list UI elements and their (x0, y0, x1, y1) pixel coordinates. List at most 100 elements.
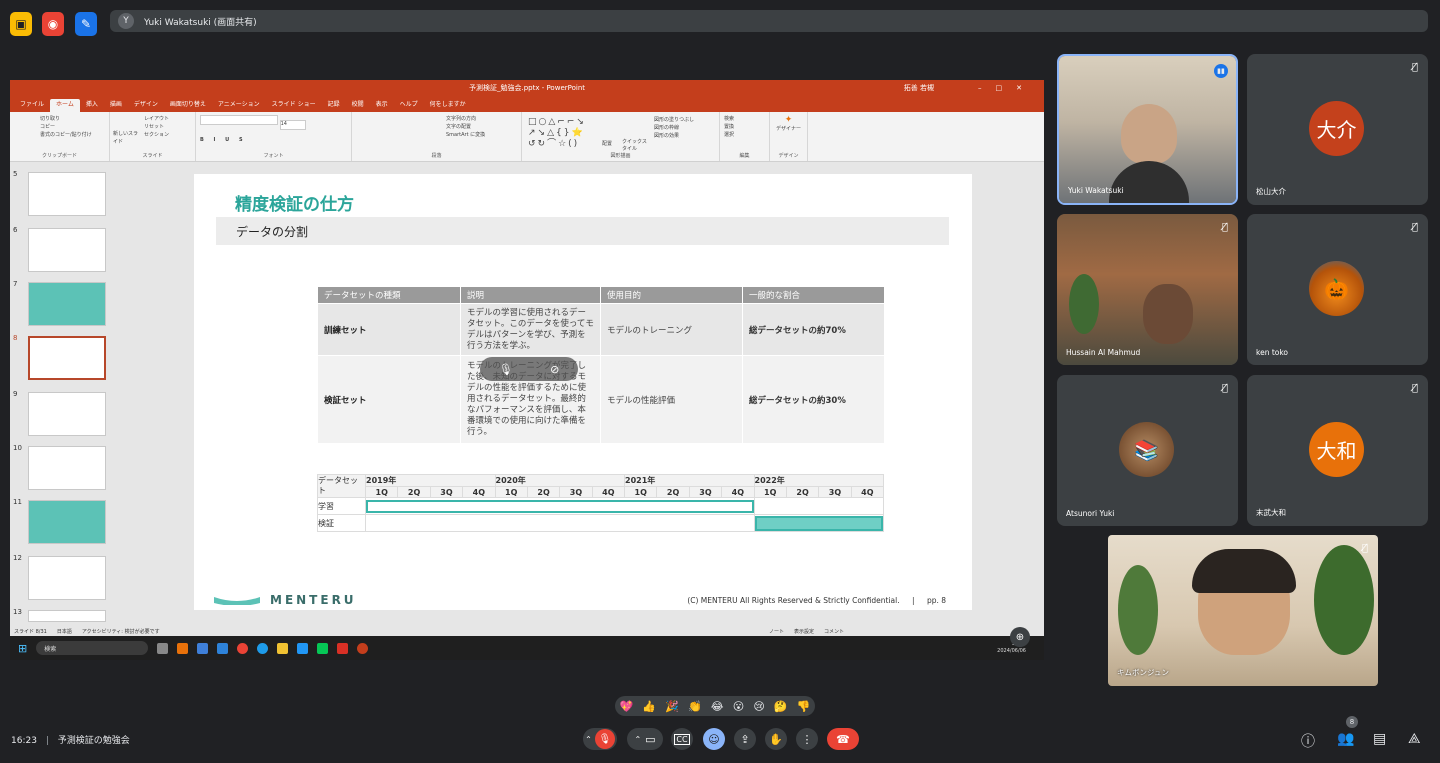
taskview-icon[interactable] (157, 642, 169, 654)
tell-me-search[interactable]: 何をしますか (424, 99, 472, 112)
folder-icon[interactable] (277, 642, 289, 654)
app-icon[interactable] (177, 642, 189, 654)
thumb-number: 5 (13, 170, 18, 178)
shape-fill-button[interactable]: 図形の塗りつぶし (654, 116, 694, 124)
present-icon: ⇪ (740, 732, 750, 746)
participant-tile[interactable]: 🎙̸ 大和 末武大和 (1247, 375, 1428, 526)
participant-tile[interactable]: 🎙̸ 大介 松山大介 (1247, 54, 1428, 205)
slide-thumb-8[interactable] (28, 336, 106, 380)
find-button[interactable]: 検索 (724, 115, 765, 123)
edge-icon[interactable] (257, 642, 269, 654)
captions-button[interactable]: CC (671, 728, 693, 750)
mail-icon[interactable] (217, 642, 229, 654)
notes-button[interactable]: ノート (769, 628, 784, 635)
window-controls[interactable]: –□✕ (978, 84, 1036, 92)
camera-toggle-button[interactable]: ⌃ ▭ (627, 728, 663, 750)
align-text-button[interactable]: 文字の配置 (356, 123, 517, 131)
gantt-quarter: 2Q (397, 486, 431, 498)
tab-insert[interactable]: 挿入 (80, 99, 104, 112)
participant-tile[interactable]: 🎙̸ 🎃 ken toko (1247, 214, 1428, 365)
slide-thumb-12[interactable] (28, 556, 106, 600)
font-size-box[interactable]: 14 (279, 120, 306, 130)
tab-help[interactable]: ヘルプ (394, 99, 424, 112)
slide-canvas[interactable]: 精度検証の仕方 データの分割 データセットの種類 説明 使用目的 一般的な割合 … (194, 174, 972, 610)
present-button[interactable]: ⇪ (734, 728, 756, 750)
arrange-button[interactable]: 配置 (602, 140, 612, 147)
font-name-box[interactable] (200, 115, 278, 125)
reaction-heart[interactable]: 💖 (620, 700, 634, 713)
leave-call-button[interactable]: ☎ (827, 728, 859, 750)
meeting-time: 16:23 (11, 736, 37, 746)
participant-tile[interactable]: 🎙̸ 📚 Atsunori Yuki (1057, 375, 1238, 526)
layout-button[interactable]: レイアウト (114, 115, 191, 123)
train-bar (366, 499, 754, 513)
tab-slideshow[interactable]: スライド ショー (266, 99, 322, 112)
shape-effect-button[interactable]: 図形の効果 (654, 132, 694, 140)
reaction-thumbsdown[interactable]: 👎 (797, 700, 811, 713)
tab-design[interactable]: デザイン (128, 99, 164, 112)
designer-button[interactable]: デザイナー (774, 125, 803, 133)
tab-view[interactable]: 表示 (370, 99, 394, 112)
chat-icon[interactable]: ▤ (1373, 731, 1386, 747)
gantt-quarter: 3Q (559, 486, 593, 498)
participant-tile[interactable]: 🎙̸ Hussain Al Mahmud (1057, 214, 1238, 365)
mic-toggle-button[interactable]: ⌃ 🎙 (583, 728, 617, 750)
chrome-icon[interactable] (237, 642, 249, 654)
tab-transitions[interactable]: 画面切り替え (164, 99, 212, 112)
reaction-laugh[interactable]: 😂 (711, 700, 724, 713)
format-painter-button[interactable]: 書式のコピー/貼り付け (14, 131, 105, 139)
more-options-button[interactable]: ⋮ (796, 728, 818, 750)
shape-outline-button[interactable]: 図形の枠線 (654, 124, 694, 132)
slide-thumb-11[interactable] (28, 500, 106, 544)
reaction-party[interactable]: 🎉 (665, 700, 679, 713)
font-format-buttons[interactable]: B I U S (200, 136, 347, 144)
slide-thumb-6[interactable] (28, 228, 106, 272)
emoji-button[interactable]: ☺ (703, 728, 725, 750)
whiteboard-icon[interactable]: ✎ (75, 12, 97, 36)
reaction-clap[interactable]: 👏 (688, 700, 702, 713)
display-settings-button[interactable]: 表示設定 (794, 628, 814, 635)
quick-style-button[interactable]: クイックスタイル (622, 138, 648, 152)
reaction-thinking[interactable]: 🤔 (774, 700, 788, 713)
app-icon[interactable] (337, 642, 349, 654)
slide-thumb-13[interactable] (28, 610, 106, 622)
slide-thumb-7[interactable] (28, 282, 106, 326)
raise-hand-button[interactable]: ✋ (765, 728, 787, 750)
reaction-sad[interactable]: 😢 (753, 700, 764, 713)
reaction-thumbsup[interactable]: 👍 (642, 700, 656, 713)
text-direction-button[interactable]: 文字列の方向 (356, 115, 517, 123)
powerpoint-icon[interactable] (357, 642, 369, 654)
cut-button[interactable]: 切り取り (14, 115, 105, 123)
info-icon[interactable]: ⓘ (1301, 731, 1315, 751)
smartart-button[interactable]: SmartArt に変換 (356, 131, 517, 139)
status-accessibility[interactable]: アクセシビリティ: 検討が必要です (82, 628, 160, 635)
replace-button[interactable]: 置換 (724, 123, 765, 131)
new-slide-button[interactable]: 新しいスライド (113, 130, 139, 146)
activities-icon[interactable]: ⟁ (1408, 731, 1421, 747)
tab-animations[interactable]: アニメーション (212, 99, 266, 112)
slide-thumb-5[interactable] (28, 172, 106, 216)
presentation-icon[interactable]: ▣ (10, 12, 32, 36)
tab-record[interactable]: 記録 (322, 99, 346, 112)
tab-draw[interactable]: 描画 (104, 99, 128, 112)
app-icon[interactable] (297, 642, 309, 654)
tab-review[interactable]: 校閲 (346, 99, 370, 112)
tab-home[interactable]: ホーム (50, 99, 80, 112)
participant-tile[interactable]: 🎙̸ キムボンジュン (1108, 535, 1378, 686)
people-icon[interactable]: 👥 (1337, 731, 1354, 747)
app-icon[interactable] (197, 642, 209, 654)
slide-thumb-10[interactable] (28, 446, 106, 490)
zoom-icon[interactable]: ⊕ (1010, 627, 1030, 647)
slide-thumb-9[interactable] (28, 392, 106, 436)
copy-button[interactable]: コピー (14, 123, 105, 131)
participant-tile[interactable]: ▮▮ Yuki Wakatsuki (1057, 54, 1238, 205)
select-button[interactable]: 選択 (724, 131, 765, 139)
record-icon[interactable]: ◉ (42, 12, 64, 36)
shapes-gallery[interactable]: □○△⌐⌐↘ ↗↘△{}⭐ ↺↻⌒☆() (528, 117, 600, 150)
line-icon[interactable] (317, 642, 329, 654)
comments-button[interactable]: コメント (824, 628, 844, 635)
windows-start-icon[interactable]: ⊞ (18, 642, 27, 655)
taskbar-search[interactable]: 検索 (36, 641, 149, 655)
reaction-surprised[interactable]: 😮 (733, 700, 744, 713)
tab-file[interactable]: ファイル (14, 99, 50, 112)
